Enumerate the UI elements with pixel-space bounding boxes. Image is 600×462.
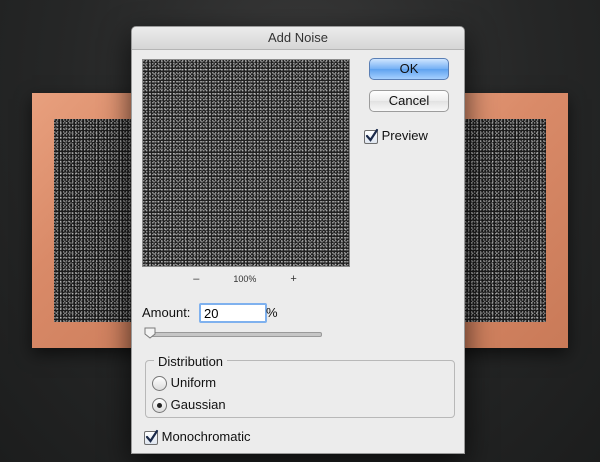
amount-slider-thumb[interactable] bbox=[144, 327, 156, 339]
dialog-title: Add Noise bbox=[132, 27, 464, 50]
radio-uniform[interactable] bbox=[152, 376, 167, 392]
noise-preview-image[interactable] bbox=[142, 59, 350, 267]
amount-label: Amount: bbox=[142, 305, 191, 320]
preview-zoom-controls: – 100% + bbox=[142, 273, 348, 285]
radio-gaussian[interactable] bbox=[152, 398, 167, 414]
preview-checkbox[interactable] bbox=[364, 128, 379, 144]
zoom-in-button[interactable]: + bbox=[290, 273, 296, 285]
zoom-out-button[interactable]: – bbox=[193, 273, 199, 285]
zoom-level: 100% bbox=[233, 274, 257, 284]
ok-button[interactable]: OK bbox=[369, 58, 449, 80]
checkmark-icon bbox=[145, 429, 159, 443]
radio-uniform-label: Uniform bbox=[170, 375, 217, 390]
preview-label: Preview bbox=[381, 128, 428, 143]
monochromatic-label: Monochromatic bbox=[161, 429, 251, 444]
amount-slider-track[interactable] bbox=[150, 332, 322, 337]
amount-input[interactable] bbox=[199, 303, 267, 323]
radio-gaussian-label: Gaussian bbox=[170, 397, 226, 412]
amount-unit: % bbox=[266, 305, 278, 320]
monochromatic-checkbox[interactable] bbox=[144, 429, 159, 445]
monochromatic-checkbox-row[interactable]: Monochromatic bbox=[144, 429, 251, 445]
cancel-button[interactable]: Cancel bbox=[369, 90, 449, 112]
distribution-title: Distribution bbox=[154, 354, 228, 369]
preview-checkbox-row[interactable]: Preview bbox=[364, 128, 428, 144]
radio-uniform-row[interactable]: Uniform bbox=[152, 375, 217, 392]
checkmark-icon bbox=[365, 128, 379, 142]
radio-gaussian-row[interactable]: Gaussian bbox=[152, 397, 226, 414]
add-noise-dialog: Add Noise – 100% + OK Cancel Preview Amo… bbox=[131, 26, 465, 454]
